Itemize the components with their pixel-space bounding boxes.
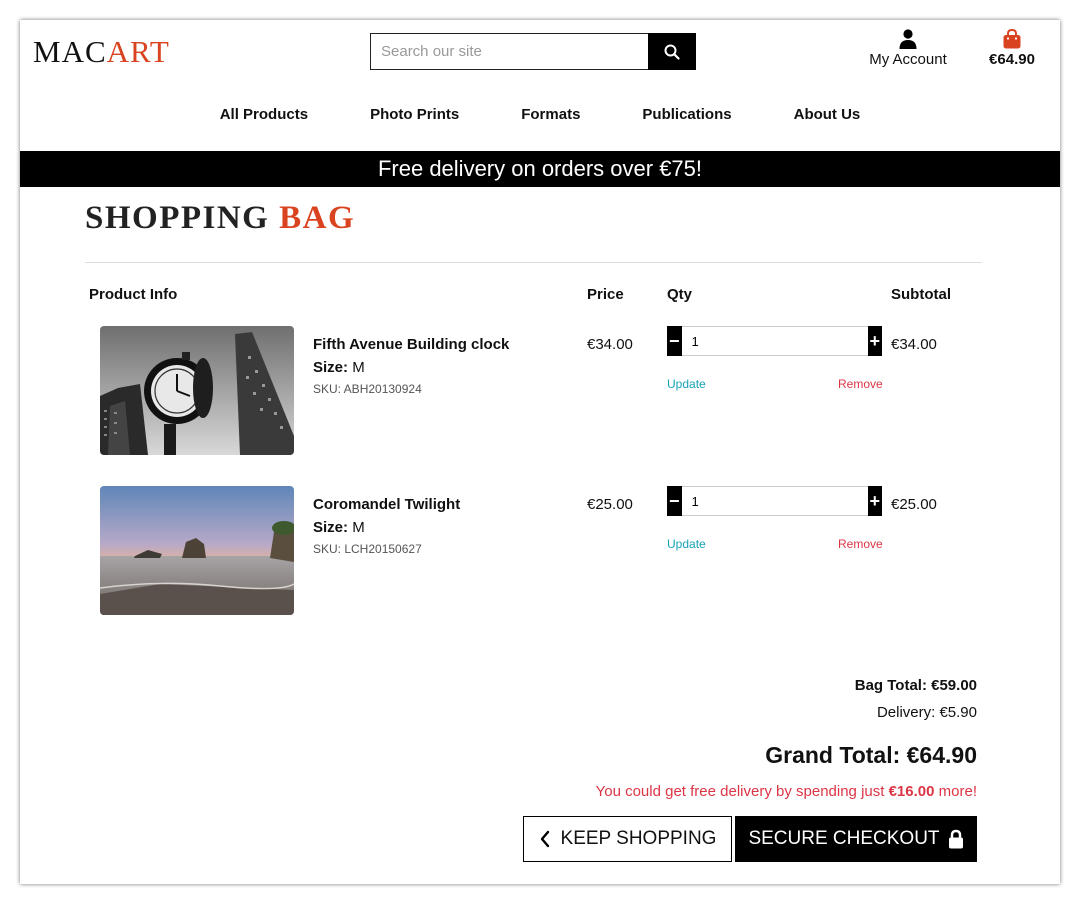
bag-row: Fifth Avenue Building clock Size: M SKU:…: [20, 326, 1060, 456]
increment-button[interactable]: +: [867, 326, 882, 356]
shopping-bag-link[interactable]: €64.90: [982, 29, 1042, 68]
site-logo[interactable]: MACART: [33, 34, 170, 70]
size-value: M: [352, 519, 365, 536]
my-account-label: My Account: [869, 51, 947, 68]
search-form: [370, 33, 696, 70]
product-name: Coromandel Twilight: [313, 496, 461, 513]
header-price: Price: [587, 286, 624, 303]
quantity-input[interactable]: [681, 486, 868, 516]
search-input[interactable]: [370, 33, 648, 70]
promo-amount: €16.00: [888, 783, 935, 800]
my-account-link[interactable]: My Account: [858, 29, 958, 68]
product-price: €25.00: [587, 496, 633, 513]
increment-button[interactable]: +: [867, 486, 882, 516]
delivery-cost: Delivery: €5.90: [876, 704, 977, 721]
size-label: Size:: [313, 519, 349, 536]
size-value: M: [352, 359, 365, 376]
decrement-button[interactable]: −: [667, 486, 682, 516]
shopping-bag-icon: [1003, 29, 1021, 49]
chevron-left-icon: [540, 830, 549, 848]
product-sku: SKU: LCH20150627: [313, 542, 422, 556]
header-qty: Qty: [667, 286, 693, 303]
delivery-banner: Free delivery on orders over €75!: [20, 151, 1060, 187]
clock-building-photo: [100, 326, 294, 455]
search-button[interactable]: [648, 33, 696, 70]
free-delivery-message: You could get free delivery by spending …: [596, 783, 977, 800]
header-subtotal: Subtotal: [891, 286, 951, 303]
main-nav: All Products Photo Prints Formats Public…: [20, 106, 1060, 123]
decrement-button[interactable]: −: [667, 326, 682, 356]
keep-shopping-label: KEEP SHOPPING: [560, 828, 717, 849]
size-label: Size:: [313, 359, 349, 376]
lock-icon: [948, 829, 963, 849]
logo-part-2: ART: [106, 34, 170, 69]
quantity-stepper: − +: [667, 326, 882, 356]
nav-item-publications[interactable]: Publications: [611, 106, 762, 123]
promo-prefix: You could get free delivery by spending …: [595, 783, 885, 800]
product-subtotal: €25.00: [891, 496, 937, 513]
remove-link[interactable]: Remove: [838, 377, 883, 391]
grand-total: Grand Total: €64.90: [765, 742, 977, 768]
remove-link[interactable]: Remove: [838, 537, 883, 551]
search-icon: [664, 44, 680, 60]
page-title-part-2: BAG: [279, 200, 356, 236]
bag-total-amount: €64.90: [989, 51, 1035, 68]
product-size: Size: M: [313, 359, 365, 376]
twilight-beach-photo: [100, 486, 294, 615]
product-image[interactable]: [100, 326, 294, 455]
logo-part-1: MAC: [33, 34, 107, 69]
product-size: Size: M: [313, 519, 365, 536]
nav-item-all-products[interactable]: All Products: [189, 106, 339, 123]
quantity-stepper: − +: [667, 486, 882, 516]
keep-shopping-button[interactable]: KEEP SHOPPING: [523, 816, 732, 862]
user-icon: [899, 29, 917, 49]
nav-item-about-us[interactable]: About Us: [763, 106, 892, 123]
secure-checkout-button[interactable]: SECURE CHECKOUT: [735, 816, 977, 862]
nav-item-photo-prints[interactable]: Photo Prints: [339, 106, 490, 123]
product-image[interactable]: [100, 486, 294, 615]
update-link[interactable]: Update: [667, 537, 706, 551]
product-subtotal: €34.00: [891, 336, 937, 353]
product-sku: SKU: ABH20130924: [313, 382, 422, 396]
quantity-input[interactable]: [681, 326, 868, 356]
promo-suffix: more!: [938, 783, 977, 800]
nav-item-formats[interactable]: Formats: [490, 106, 611, 123]
bag-row: Coromandel Twilight Size: M SKU: LCH2015…: [20, 486, 1060, 616]
divider: [85, 262, 982, 263]
product-name: Fifth Avenue Building clock: [313, 336, 510, 353]
product-price: €34.00: [587, 336, 633, 353]
page-frame: MACART My Account €64.: [20, 20, 1060, 884]
update-link[interactable]: Update: [667, 377, 706, 391]
secure-checkout-label: SECURE CHECKOUT: [748, 828, 940, 849]
page-title: SHOPPING BAG: [85, 200, 355, 237]
header-product-info: Product Info: [89, 286, 178, 303]
bag-total: Bag Total: €59.00: [854, 677, 977, 694]
page-title-part-1: SHOPPING: [85, 200, 270, 236]
